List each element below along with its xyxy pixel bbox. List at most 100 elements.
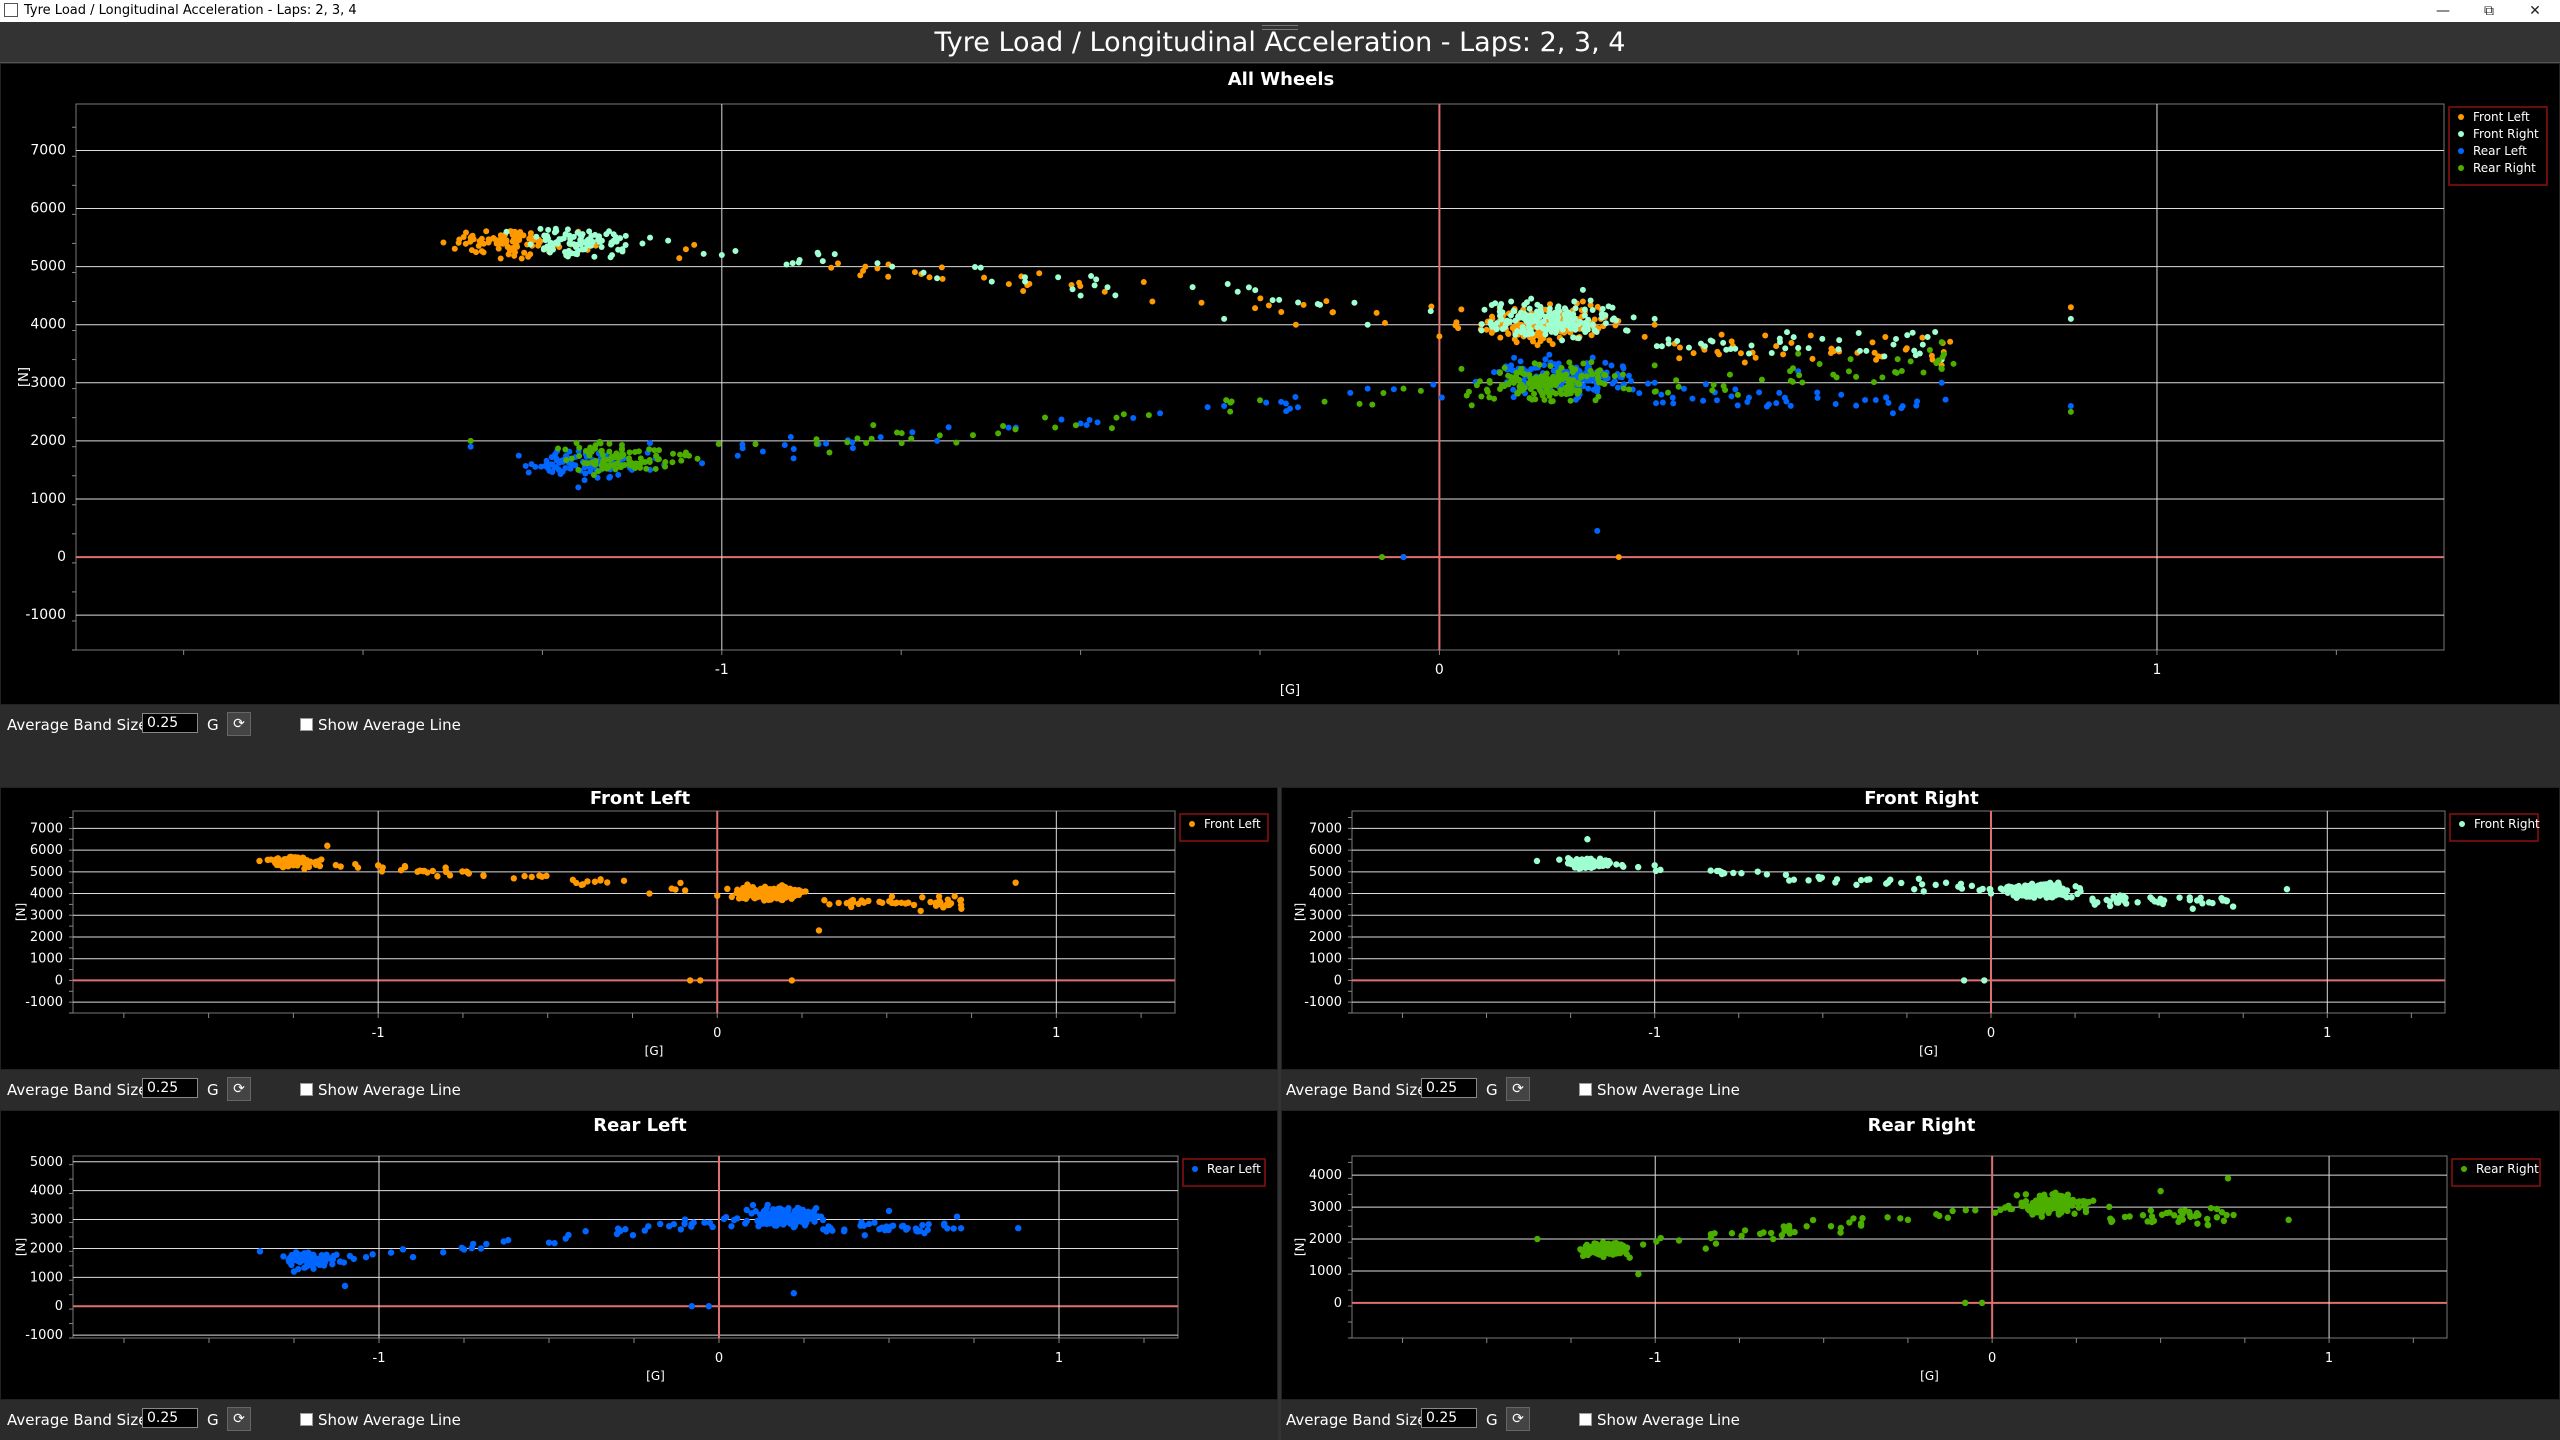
data-point — [981, 274, 988, 281]
data-point — [1745, 394, 1752, 401]
data-point — [1670, 400, 1677, 407]
band-size-label: Average Band Size: — [1286, 1081, 1432, 1099]
x-axis-label: [G] — [1280, 683, 1300, 698]
refresh-icon[interactable]: ⟳ — [227, 1407, 251, 1431]
data-point — [732, 248, 739, 255]
data-point — [874, 265, 881, 272]
data-point — [1641, 333, 1648, 340]
data-point — [1555, 369, 1562, 376]
data-point — [1563, 371, 1570, 378]
data-point — [796, 256, 803, 263]
data-point — [1294, 404, 1301, 411]
data-point — [1088, 273, 1095, 280]
data-point — [2041, 1200, 2049, 1207]
minimize-icon[interactable]: — — [2420, 0, 2466, 22]
data-point — [1531, 381, 1538, 388]
data-point — [2035, 1204, 2042, 1211]
data-point — [1601, 371, 1608, 378]
data-point — [1620, 863, 1627, 870]
data-point — [1502, 324, 1509, 331]
data-point — [826, 901, 833, 908]
data-point — [917, 907, 924, 915]
data-point — [1795, 344, 1802, 351]
data-point — [2194, 1220, 2201, 1227]
data-point — [677, 1226, 685, 1233]
data-point — [1924, 333, 1931, 340]
data-point — [2022, 1191, 2030, 1198]
data-point — [788, 977, 796, 984]
data-point — [1606, 1250, 1613, 1257]
data-point — [2106, 902, 2114, 910]
data-point — [1083, 421, 1090, 428]
data-point — [1571, 864, 1579, 871]
data-point — [1723, 346, 1730, 353]
data-point — [1585, 385, 1592, 392]
series-front-right — [1533, 836, 2291, 984]
data-point — [781, 883, 789, 891]
data-point — [1615, 1247, 1623, 1255]
data-point — [551, 229, 558, 236]
data-point — [2063, 1201, 2070, 1209]
data-point — [1130, 414, 1137, 421]
show-average-checkbox[interactable] — [300, 718, 313, 731]
band-unit-label: G — [1486, 1411, 1498, 1429]
restore-icon[interactable]: ⧉ — [2466, 0, 2512, 22]
show-average-checkbox[interactable] — [300, 1413, 313, 1426]
data-point — [495, 241, 502, 248]
data-point — [528, 873, 535, 881]
y-tick-label: 5000 — [30, 259, 66, 275]
band-size-input[interactable] — [1421, 1408, 1477, 1428]
data-point — [1978, 1299, 1986, 1307]
data-point — [823, 440, 830, 447]
band-size-input[interactable] — [142, 713, 198, 733]
data-point — [1556, 320, 1563, 327]
data-point — [1610, 315, 1617, 322]
data-point — [1036, 270, 1043, 277]
data-point — [2147, 894, 2154, 901]
refresh-icon[interactable]: ⟳ — [227, 712, 251, 736]
data-point — [1609, 304, 1616, 311]
close-icon[interactable]: ✕ — [2512, 0, 2558, 22]
data-point — [1554, 308, 1561, 315]
data-point — [1728, 1230, 1736, 1237]
data-point — [1204, 404, 1211, 411]
data-point — [574, 251, 581, 258]
band-size-input[interactable] — [1421, 1078, 1477, 1098]
x-tick-label: -1 — [715, 662, 729, 678]
data-point — [607, 462, 614, 469]
legend-label: Rear Right — [2473, 161, 2536, 175]
band-size-label: Average Band Size: — [1286, 1411, 1432, 1429]
show-average-checkbox[interactable] — [300, 1083, 313, 1096]
refresh-icon[interactable]: ⟳ — [227, 1077, 251, 1101]
toolbar-front-right: Average Band Size: G ⟳ Show Average Line — [1281, 1070, 2560, 1110]
band-size-input[interactable] — [142, 1078, 198, 1098]
data-point — [925, 1221, 932, 1228]
chart-svg: Rear Left -1000 0 1000 2000 3000 4000 5000 -1 0 1 [… — [14, 1115, 1266, 1383]
data-point — [728, 1223, 735, 1230]
data-point — [802, 888, 809, 895]
show-average-checkbox[interactable] — [1579, 1083, 1592, 1096]
show-average-label: Show Average Line — [318, 1411, 461, 1429]
data-point — [761, 883, 769, 891]
data-point — [1782, 871, 1790, 879]
refresh-icon[interactable]: ⟳ — [1506, 1407, 1530, 1431]
data-point — [1516, 388, 1523, 395]
data-point — [678, 457, 685, 464]
data-point — [1873, 356, 1880, 363]
data-point — [1571, 298, 1578, 305]
data-point — [1919, 334, 1926, 341]
show-average-checkbox[interactable] — [1579, 1413, 1592, 1426]
refresh-icon[interactable]: ⟳ — [1506, 1077, 1530, 1101]
data-point — [1549, 313, 1556, 320]
data-point — [1722, 387, 1729, 394]
toolbar-rear-left: Average Band Size: G ⟳ Show Average Line — [0, 1400, 1278, 1440]
data-point — [1537, 320, 1544, 327]
data-point — [1709, 338, 1716, 345]
data-point — [1497, 334, 1504, 341]
data-point — [714, 892, 721, 899]
data-point — [1021, 274, 1028, 281]
data-point — [877, 434, 884, 441]
data-point — [2067, 304, 2074, 311]
data-point — [1857, 1222, 1865, 1229]
band-size-input[interactable] — [142, 1408, 198, 1428]
